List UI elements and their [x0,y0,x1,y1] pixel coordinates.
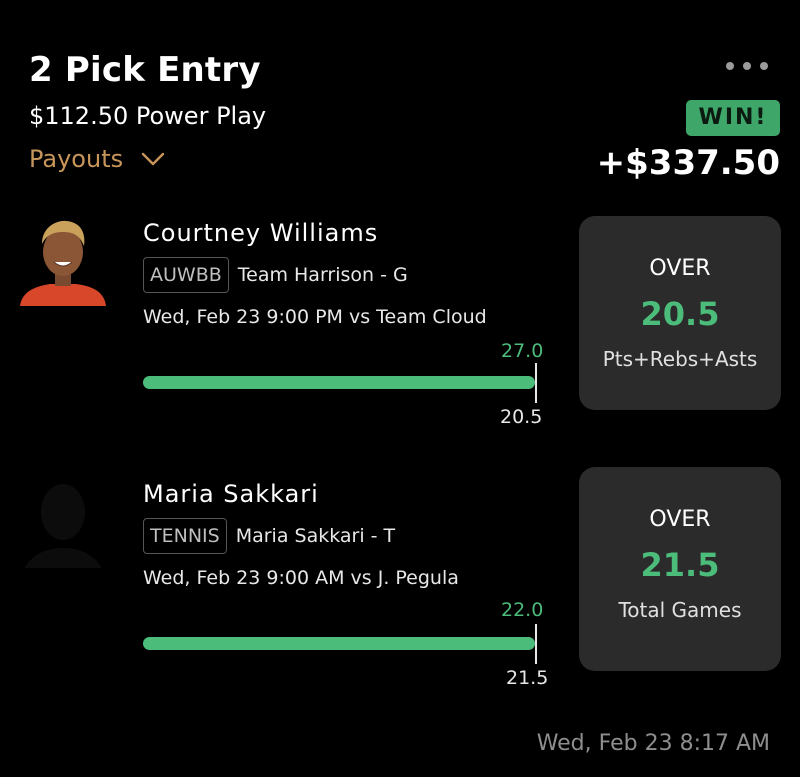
actual-value: 22.0 [501,599,544,621]
win-badge: WIN! [686,100,780,136]
player-meta: TENNIS Maria Sakkari - T [143,518,395,554]
player-meta: AUWBB Team Harrison - G [143,257,408,293]
league-tag: TENNIS [143,518,227,554]
player-team: Maria Sakkari - T [235,525,396,547]
pick-stat-type: Pts+Rebs+Asts [602,347,758,371]
payout-amount: +$337.50 [596,143,780,183]
pick-stat-type: Total Games [618,598,742,622]
entry-timestamp: Wed, Feb 23 8:17 AM [536,731,770,756]
league-tag: AUWBB [143,257,229,293]
payouts-toggle[interactable]: Payouts [29,145,165,173]
entry-title: 2 Pick Entry [29,50,261,90]
pick-line-value: 21.5 [640,546,720,584]
game-info: Wed, Feb 23 9:00 PM vs Team Cloud [143,306,487,328]
chevron-down-icon [141,152,165,166]
entry-subtitle: $112.50 Power Play [29,102,267,130]
actual-value: 27.0 [501,340,544,362]
player-team: Team Harrison - G [237,264,408,286]
player-avatar-placeholder [18,478,108,568]
player-name[interactable]: Maria Sakkari [143,480,319,508]
player-name[interactable]: Courtney Williams [143,219,378,247]
pick-direction: OVER [649,507,711,532]
line-value: 20.5 [500,406,543,428]
progress-bar [143,637,535,650]
line-marker [535,624,537,664]
payouts-label: Payouts [29,145,124,173]
line-value: 21.5 [506,667,549,689]
game-info: Wed, Feb 23 9:00 AM vs J. Pegula [143,567,459,589]
line-marker [535,363,537,403]
player-avatar [18,216,108,306]
more-options-icon[interactable] [726,62,768,70]
pick-card[interactable]: OVER 21.5 Total Games [579,467,781,671]
progress-bar [143,376,535,389]
pick-direction: OVER [649,256,711,281]
pick-card[interactable]: OVER 20.5 Pts+Rebs+Asts [579,216,781,410]
pick-line-value: 20.5 [640,295,720,333]
